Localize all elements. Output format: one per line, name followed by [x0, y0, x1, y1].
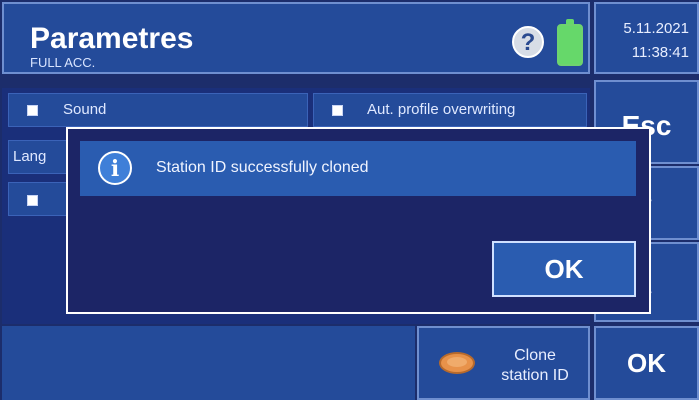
clone-station-id-button[interactable]: Clone station ID: [417, 326, 590, 400]
param-aut-profile[interactable]: Aut. profile overwriting: [313, 93, 587, 127]
param-sound[interactable]: Sound: [8, 93, 308, 127]
hidden-checkbox[interactable]: [27, 195, 38, 206]
message-bar: i Station ID successfully cloned: [80, 141, 636, 196]
dialog-message: Station ID successfully cloned: [156, 159, 369, 176]
help-icon[interactable]: ?: [512, 26, 544, 58]
sound-checkbox[interactable]: [27, 105, 38, 116]
time-display: 11:38:41: [631, 44, 689, 61]
access-level: FULL ACC.: [30, 55, 96, 70]
clone-label: Clone station ID: [485, 346, 585, 386]
clone-label-line2: station ID: [501, 367, 569, 384]
header-bar: Parametres FULL ACC. ?: [2, 2, 590, 74]
info-icon: i: [98, 151, 132, 185]
key-token-icon: [439, 352, 475, 374]
bottom-bar: [2, 326, 415, 400]
aut-profile-label: Aut. profile overwriting: [367, 101, 516, 118]
language-label: Lang: [13, 148, 47, 165]
battery-icon: [557, 19, 583, 66]
page-title: Parametres: [30, 22, 194, 55]
date-display: 5.11.2021: [623, 20, 689, 37]
datetime-panel: 5.11.2021 11:38:41: [594, 2, 699, 74]
message-dialog: i Station ID successfully cloned OK: [66, 127, 651, 314]
dialog-ok-button[interactable]: OK: [492, 241, 636, 297]
aut-profile-checkbox[interactable]: [332, 105, 343, 116]
sound-label: Sound: [63, 101, 107, 118]
clone-label-line1: Clone: [514, 347, 556, 364]
ok-button[interactable]: OK: [594, 326, 699, 400]
